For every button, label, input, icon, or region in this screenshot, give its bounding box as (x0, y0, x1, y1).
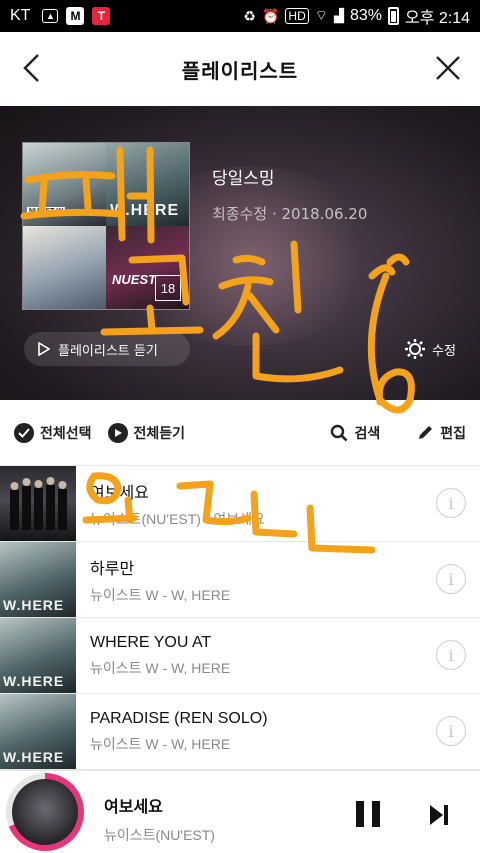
clock: 오후 2:14 (404, 10, 470, 27)
melon-app-icon: M (66, 7, 85, 25)
mini-player: 여보세요 뉴이스트(NU'EST) (0, 770, 480, 853)
back-button[interactable] (12, 48, 52, 88)
track-title: 하루만 (90, 560, 135, 578)
status-bar: KT ▲ M T ♻ ⏰ HD ⌔ ▟ 83% 오후 2:14 (0, 0, 480, 32)
check-circle-icon (14, 422, 34, 443)
recycle-icon: ♻ (243, 7, 256, 24)
hd-badge: HD (285, 8, 309, 24)
select-all-button[interactable]: 전체선택 (14, 422, 92, 443)
track-album-art: W.HERE (0, 694, 76, 769)
now-playing-art-progress[interactable] (6, 773, 84, 851)
select-all-label: 전체선택 (40, 425, 92, 442)
playlist-hero: NU'EST W W.HERE NUEST 18 당일스밍 최종수정 · 201… (0, 106, 480, 400)
cover-tile (23, 226, 106, 309)
cover-badge: NU'EST W (27, 207, 65, 216)
track-artist-album: 뉴이스트 W - W, HERE (90, 586, 231, 603)
album-art-text: W.HERE (3, 749, 65, 765)
track-album-art: W.HERE (0, 618, 76, 693)
track-row[interactable]: W.HERE 하루만 뉴이스트 W - W, HERE i (0, 542, 480, 618)
album-art-text: W.HERE (3, 597, 65, 613)
search-button[interactable]: 검색 (330, 423, 380, 443)
pause-icon-bar (372, 801, 380, 827)
info-icon: i (448, 721, 454, 741)
playlist-updated-date: 최종수정 · 2018.06.20 (212, 205, 368, 223)
cover-tile: W.HERE (106, 143, 189, 226)
pencil-icon (419, 425, 433, 439)
track-row[interactable]: 여보세요 뉴이스트(NU'EST) - 여보세요 i (0, 466, 480, 542)
close-button[interactable] (428, 48, 468, 88)
track-row[interactable]: W.HERE PARADISE (REN SOLO) 뉴이스트 W - W, H… (0, 694, 480, 770)
track-title: 여보세요 (90, 484, 149, 502)
track-row[interactable]: W.HERE WHERE YOU AT 뉴이스트 W - W, HERE i (0, 618, 480, 694)
carrier-label: KT (10, 7, 31, 24)
list-toolbar: 전체선택 전체듣기 검색 편집 (0, 400, 480, 466)
info-icon: i (448, 645, 454, 665)
track-title: PARADISE (REN SOLO) (90, 709, 268, 727)
chevron-left-icon (23, 54, 39, 82)
track-artist-album: 뉴이스트(NU'EST) - 여보세요 (90, 510, 265, 527)
now-playing-album-art (12, 779, 78, 845)
play-all-label: 전체듣기 (133, 425, 186, 442)
pause-icon-bar (356, 801, 364, 827)
cover-tile: NUEST 18 (106, 226, 189, 309)
track-album-art (0, 466, 76, 541)
alarm-icon: ⏰ (261, 7, 280, 24)
track-info-button[interactable]: i (436, 564, 466, 594)
track-count-badge: 18 (155, 275, 181, 301)
listen-playlist-label: 플레이리스트 듣기 (58, 343, 158, 359)
track-artist-album: 뉴이스트 W - W, HERE (90, 659, 231, 676)
t-app-icon: T (92, 7, 111, 25)
edit-playlist-label: 수정 (432, 343, 456, 359)
next-button[interactable] (428, 803, 450, 831)
wifi-icon: ⌔ (314, 7, 328, 23)
track-list: 여보세요 뉴이스트(NU'EST) - 여보세요 i W.HERE 하루만 뉴이… (0, 466, 480, 770)
gear-icon (405, 339, 425, 359)
album-art-text: W.HERE (3, 673, 65, 689)
close-icon (436, 56, 460, 80)
track-album-art: W.HERE (0, 542, 76, 617)
edit-list-label: 편집 (440, 425, 466, 442)
edit-playlist-button[interactable]: 수정 (404, 338, 456, 360)
track-info-button[interactable]: i (436, 640, 466, 670)
skip-next-icon (430, 805, 448, 825)
now-playing-info[interactable]: 여보세요 뉴이스트(NU'EST) (104, 793, 215, 845)
album-art-figures (10, 477, 67, 530)
pause-button[interactable] (356, 801, 380, 827)
cover-tile: NU'EST W (23, 143, 106, 226)
play-all-button[interactable]: 전체듣기 (107, 422, 186, 443)
playlist-cover: NU'EST W W.HERE NUEST 18 (22, 142, 190, 310)
track-info-button[interactable]: i (436, 716, 466, 746)
search-label: 검색 (354, 425, 381, 442)
signal-icon: ▟ (333, 8, 344, 23)
track-title: WHERE YOU AT (90, 633, 212, 651)
app-header: 플레이리스트 (0, 32, 480, 106)
listen-playlist-button[interactable]: 플레이리스트 듣기 (24, 332, 190, 366)
info-icon: i (448, 493, 454, 513)
edit-list-button[interactable]: 편집 (416, 423, 466, 443)
battery-icon (387, 7, 399, 25)
track-artist-album: 뉴이스트 W - W, HERE (90, 735, 231, 752)
cover-title: W.HERE (110, 202, 180, 219)
now-playing-title: 여보세요 (104, 797, 163, 816)
play-outline-icon (38, 342, 50, 356)
play-circle-icon (107, 422, 128, 443)
playlist-name: 당일스밍 (212, 169, 275, 189)
cover-title: NUEST (112, 272, 157, 287)
track-info-button[interactable]: i (436, 488, 466, 518)
image-icon: ▲ (42, 9, 59, 23)
info-icon: i (448, 569, 454, 589)
search-icon (331, 424, 348, 441)
now-playing-artist: 뉴이스트(NU'EST) (104, 827, 215, 843)
page-title: 플레이리스트 (181, 58, 299, 83)
battery-label: 83% (349, 7, 382, 24)
